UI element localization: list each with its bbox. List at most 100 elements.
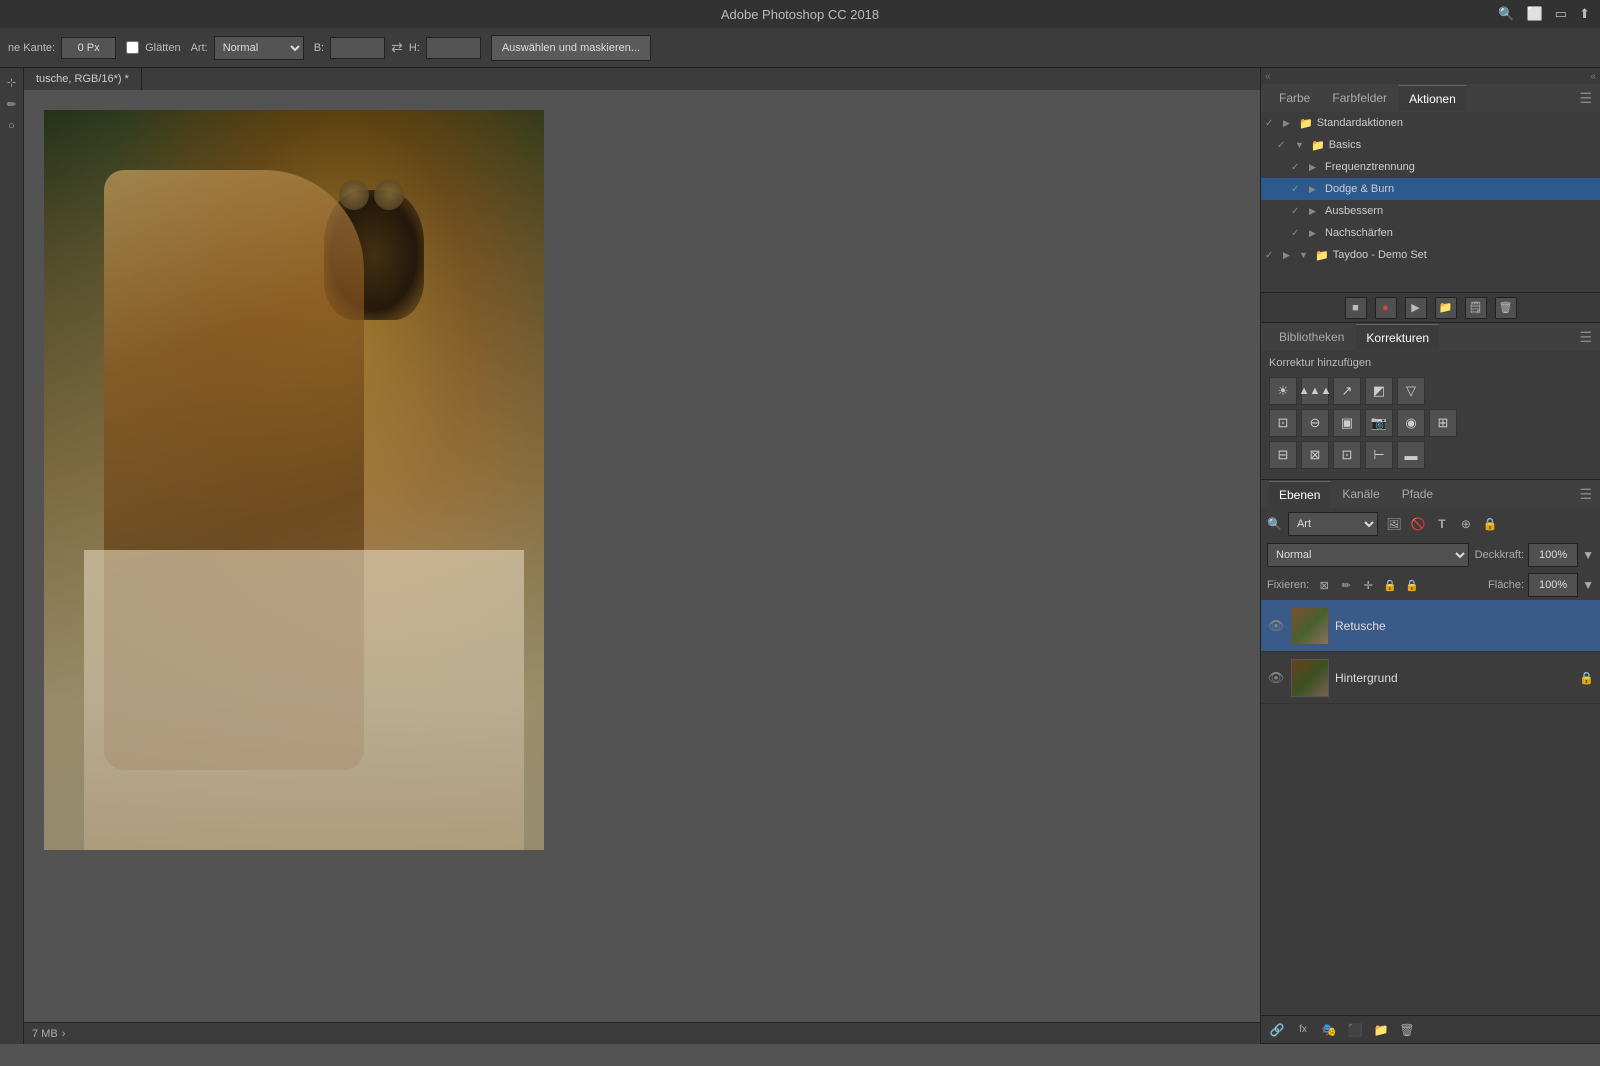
share-icon[interactable]: ⬆ [1579, 6, 1590, 22]
corr-filter-icon[interactable]: 📷 [1365, 409, 1393, 437]
play-button[interactable]: ▶ [1405, 297, 1427, 319]
kante-input[interactable] [61, 37, 116, 59]
fix-all-icon[interactable]: 🔒 [1403, 576, 1421, 594]
tab-aktionen[interactable]: Aktionen [1399, 85, 1466, 111]
corr-pattern-icon[interactable]: ▬ [1397, 441, 1425, 469]
action-label: Ausbessern [1325, 205, 1596, 217]
link-button[interactable]: 🔗 [1267, 1020, 1287, 1040]
action-item-standardaktionen[interactable]: ✓ ▶ 📁 Standardaktionen [1261, 112, 1600, 134]
corr-vibrance-icon[interactable]: ▽ [1397, 377, 1425, 405]
collapse-right-arrow[interactable]: « [1590, 71, 1596, 82]
tool-lasso[interactable]: ○ [2, 116, 22, 136]
tab-pfade[interactable]: Pfade [1392, 481, 1443, 507]
blend-mode-select[interactable]: Normal Auflösen [1267, 543, 1469, 567]
glatten-checkbox[interactable] [126, 41, 139, 54]
tab-ebenen[interactable]: Ebenen [1269, 481, 1330, 507]
corrections-menu-icon[interactable]: ☰ [1579, 329, 1592, 346]
fix-pixel-icon[interactable]: ⊠ [1315, 576, 1333, 594]
expand-icon[interactable]: ▶ [1309, 206, 1321, 217]
layer-item-hintergrund[interactable]: 👁 Hintergrund 🔒 [1261, 652, 1600, 704]
filter-image-icon[interactable]: 🖼 [1384, 514, 1404, 534]
maskieren-button[interactable]: Auswählen und maskieren... [491, 35, 651, 61]
tab-korrekturen[interactable]: Korrekturen [1356, 324, 1439, 350]
record-button[interactable]: ● [1375, 297, 1397, 319]
action-item-frequenztrennung[interactable]: ✓ ▶ Frequenztrennung [1261, 156, 1600, 178]
layers-fill-bar: Fixieren: ⊠ ✏ ✛ 🔒 🔒 Fläche: ▼ [1261, 570, 1600, 600]
layer-visibility-retusche[interactable]: 👁 [1267, 617, 1285, 635]
tab-bibliotheken[interactable]: Bibliotheken [1269, 324, 1354, 350]
expand-icon[interactable]: ▶ [1309, 184, 1321, 195]
corr-posterize-icon[interactable]: ⊠ [1301, 441, 1329, 469]
swap-icon[interactable]: ⇄ [391, 39, 403, 56]
tab-farbe[interactable]: Farbe [1269, 85, 1320, 111]
fx-button[interactable]: fx [1293, 1020, 1313, 1040]
corr-curves-icon[interactable]: ↗ [1333, 377, 1361, 405]
fill-dropdown-icon[interactable]: ▼ [1582, 578, 1594, 592]
layer-item-retusche[interactable]: 👁 Retusche [1261, 600, 1600, 652]
action-item-dodge-burn[interactable]: ✓ ▶ Dodge & Burn [1261, 178, 1600, 200]
window-controls[interactable]: 🔍 ⬜ ▭ ⬆ [1498, 6, 1590, 22]
action-item-taydoo[interactable]: ✓ ▶ ▼ 📁 Taydoo - Demo Set [1261, 244, 1600, 266]
opacity-input[interactable] [1528, 543, 1578, 567]
action-label: Dodge & Burn [1325, 183, 1596, 195]
check-icon: ✓ [1265, 118, 1279, 129]
expand-icon[interactable]: ▶ [1309, 228, 1321, 239]
art-select[interactable]: Normal [214, 36, 304, 60]
stop-button[interactable]: ■ [1345, 297, 1367, 319]
corr-bw-icon[interactable]: ▣ [1333, 409, 1361, 437]
left-toolbar: ⊹ ✏ ○ [0, 68, 24, 1044]
corr-invert-icon[interactable]: ⊟ [1269, 441, 1297, 469]
expand-icon[interactable]: ▶ [1283, 250, 1295, 261]
doc-tab[interactable]: tusche, RGB/16*) * [24, 68, 142, 90]
corr-levels-icon[interactable]: ▲▲▲ [1301, 377, 1329, 405]
action-label: Basics [1329, 139, 1596, 151]
layer-visibility-hintergrund[interactable]: 👁 [1267, 669, 1285, 687]
delete-layer-button[interactable]: 🗑 [1397, 1020, 1417, 1040]
corr-exposure-icon[interactable]: ◩ [1365, 377, 1393, 405]
layers-menu-icon[interactable]: ☰ [1579, 486, 1592, 503]
tool-select[interactable]: ✏ [2, 94, 22, 114]
h-input[interactable] [426, 37, 481, 59]
status-arrow[interactable]: › [62, 1028, 66, 1040]
tool-move[interactable]: ⊹ [2, 72, 22, 92]
delete-button[interactable]: 🗑 [1495, 297, 1517, 319]
search-icon[interactable]: 🔍 [1498, 6, 1514, 22]
corr-lookup-icon[interactable]: ⊞ [1429, 409, 1457, 437]
collapse-left-arrow[interactable]: « [1265, 71, 1271, 82]
action-item-nachschaerfen[interactable]: ✓ ▶ Nachschärfen [1261, 222, 1600, 244]
action-item-ausbessern[interactable]: ✓ ▶ Ausbessern [1261, 200, 1600, 222]
new-item-button[interactable]: 🗒 [1465, 297, 1487, 319]
corr-threshold-icon[interactable]: ⊡ [1333, 441, 1361, 469]
fill-layer-button[interactable]: ⬛ [1345, 1020, 1365, 1040]
fix-paint-icon[interactable]: ✏ [1337, 576, 1355, 594]
b-input[interactable] [330, 37, 385, 59]
tab-kanaele[interactable]: Kanäle [1332, 481, 1389, 507]
expand-icon[interactable]: ▶ [1283, 118, 1295, 129]
filter-no-icon[interactable]: 🚫 [1408, 514, 1428, 534]
corr-gradient-icon[interactable]: ⊢ [1365, 441, 1393, 469]
canvas-area: tusche, RGB/16*) * 7 MB › [24, 68, 1260, 1044]
fill-input[interactable] [1528, 573, 1578, 597]
filter-lock-icon[interactable]: 🔒 [1480, 514, 1500, 534]
expand-icon[interactable]: ▶ [1309, 162, 1321, 173]
expand-icon[interactable]: ▼ [1295, 140, 1307, 150]
corr-balance-icon[interactable]: ⊖ [1301, 409, 1329, 437]
fix-artboard-icon[interactable]: 🔒 [1381, 576, 1399, 594]
mask-button[interactable]: 🎭 [1319, 1020, 1339, 1040]
corr-mixer-icon[interactable]: ◉ [1397, 409, 1425, 437]
layers-tabs: Ebenen Kanäle Pfade ☰ [1261, 480, 1600, 508]
corr-hue-icon[interactable]: ⊡ [1269, 409, 1297, 437]
tab-farbfelder[interactable]: Farbfelder [1322, 85, 1397, 111]
new-folder-button[interactable]: 📁 [1435, 297, 1457, 319]
opacity-dropdown-icon[interactable]: ▼ [1582, 548, 1594, 562]
window-icon[interactable]: ⬜ [1527, 6, 1543, 22]
group-button[interactable]: 📁 [1371, 1020, 1391, 1040]
layers-filter-select[interactable]: Art Name [1288, 512, 1378, 536]
panel-icon[interactable]: ▭ [1555, 6, 1567, 22]
fix-move-icon[interactable]: ✛ [1359, 576, 1377, 594]
filter-text-icon[interactable]: T [1432, 514, 1452, 534]
filter-add-icon[interactable]: ⊕ [1456, 514, 1476, 534]
corr-brightness-icon[interactable]: ☀ [1269, 377, 1297, 405]
action-item-basics[interactable]: ✓ ▼ 📁 Basics [1261, 134, 1600, 156]
actions-menu-icon[interactable]: ☰ [1579, 90, 1592, 107]
